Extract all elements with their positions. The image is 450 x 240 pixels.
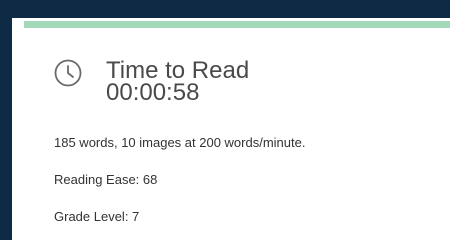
word-count-stat: 185 words, 10 images at 200 words/minute… bbox=[54, 135, 306, 150]
reading-ease-stat: Reading Ease: 68 bbox=[54, 172, 158, 187]
window-frame: Time to Read 00:00:58 185 words, 10 imag… bbox=[0, 0, 450, 240]
time-to-read-panel: Time to Read 00:00:58 185 words, 10 imag… bbox=[12, 18, 450, 240]
clock-icon bbox=[54, 59, 82, 87]
grade-level-stat: Grade Level: 7 bbox=[54, 209, 140, 224]
read-time-value: 00:00:58 bbox=[106, 79, 200, 106]
accent-bar bbox=[24, 21, 450, 28]
